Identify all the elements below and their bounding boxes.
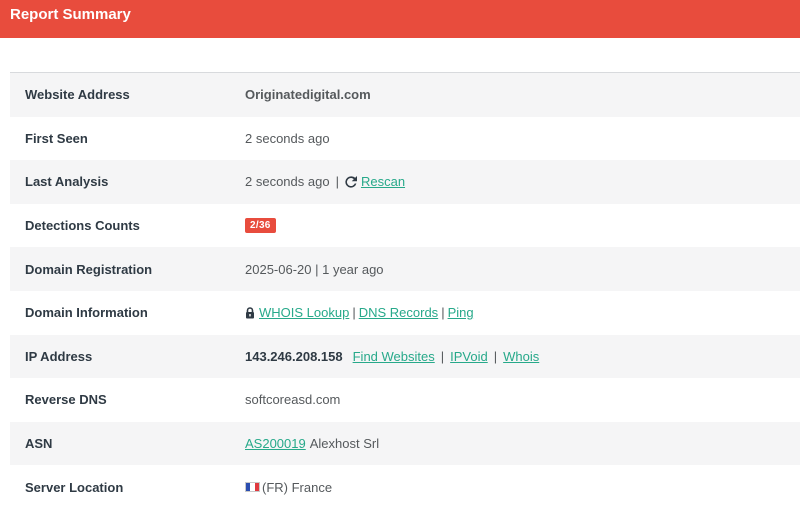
separator: |	[440, 348, 445, 364]
separator: |	[441, 305, 445, 321]
last-analysis-value: 2 seconds ago | Rescan	[245, 174, 405, 189]
row-label: Last Analysis	[25, 174, 109, 190]
table-row-ip: IP Address 143.246.208.158 Find Websites…	[10, 334, 800, 379]
row-label: Domain Registration	[25, 261, 153, 277]
location-value: (FR) France	[245, 480, 332, 495]
france-flag-icon	[245, 482, 260, 493]
table-row-last-analysis: Last Analysis 2 seconds ago | Rescan	[10, 160, 800, 204]
asn-org: Alexhost Srl	[309, 436, 380, 452]
row-label: Reverse DNS	[25, 392, 107, 408]
last-analysis-time: 2 seconds ago	[245, 174, 330, 190]
table-row-location: Server Location (FR) France	[10, 465, 800, 509]
domain-info-value: WHOIS Lookup | DNS Records | Ping	[245, 305, 474, 320]
website-address-value: Originatedigital.com	[245, 87, 371, 103]
ip-address: 143.246.208.158	[245, 348, 343, 364]
table-row-website: Website Address Originatedigital.com	[10, 73, 800, 117]
table-row-detections: Detections Counts 2/36	[10, 204, 800, 248]
row-label: ASN	[25, 436, 53, 452]
table-row-domain-info: Domain Information WHOIS Lookup | DNS Re…	[10, 291, 800, 335]
reverse-dns-value: softcoreasd.com	[245, 392, 341, 408]
row-label: Domain Information	[25, 305, 148, 321]
asn-value: AS200019 Alexhost Srl	[245, 436, 379, 451]
separator: |	[493, 348, 498, 364]
dns-records-link[interactable]: DNS Records	[359, 305, 438, 320]
row-label: First Seen	[25, 130, 88, 146]
row-label: Website Address	[25, 87, 130, 103]
ip-value: 143.246.208.158 Find Websites | IPVoid |…	[245, 349, 539, 364]
row-label: Detections Counts	[25, 218, 140, 234]
table-row-reverse-dns: Reverse DNS softcoreasd.com	[10, 378, 800, 422]
detections-value: 2/36	[245, 218, 276, 234]
find-websites-link[interactable]: Find Websites	[353, 349, 435, 364]
rescan-link[interactable]: Rescan	[361, 174, 405, 189]
row-label: Server Location	[25, 479, 124, 495]
separator: |	[335, 174, 339, 190]
ping-link[interactable]: Ping	[448, 305, 474, 320]
report-table: Website Address Originatedigital.com Fir…	[10, 72, 800, 509]
registration-value: 2025-06-20 | 1 year ago	[245, 261, 384, 277]
location-text: (FR) France	[262, 479, 333, 495]
report-header: Report Summary	[0, 0, 800, 38]
table-row-asn: ASN AS200019 Alexhost Srl	[10, 421, 800, 466]
first-seen-value: 2 seconds ago	[245, 130, 330, 146]
whois-lookup-link[interactable]: WHOIS Lookup	[259, 305, 349, 320]
table-row-first-seen: First Seen 2 seconds ago	[10, 117, 800, 161]
row-label: IP Address	[25, 348, 93, 364]
lock-icon	[245, 306, 255, 319]
separator: |	[352, 305, 356, 321]
detections-badge: 2/36	[245, 218, 276, 234]
asn-link[interactable]: AS200019	[245, 436, 306, 451]
page-title: Report Summary	[10, 6, 131, 23]
ipvoid-link[interactable]: IPVoid	[450, 349, 488, 364]
refresh-icon[interactable]	[345, 175, 357, 188]
table-row-registration: Domain Registration 2025-06-20 | 1 year …	[10, 247, 800, 291]
whois-link[interactable]: Whois	[503, 349, 539, 364]
